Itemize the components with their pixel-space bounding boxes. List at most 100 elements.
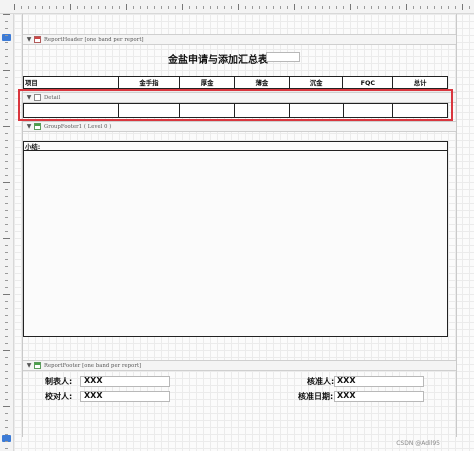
ruler-tick — [112, 6, 113, 9]
column-header-cell[interactable]: 沉金 — [290, 77, 344, 88]
detail-highlight-box — [18, 89, 453, 121]
ruler-tick — [5, 399, 8, 400]
collapse-arrow-icon[interactable]: ▼ — [25, 36, 33, 43]
ruler-tick — [161, 6, 162, 9]
ruler-tick — [5, 392, 8, 393]
ruler-tick — [5, 147, 8, 148]
ruler-tick — [210, 6, 211, 9]
approved-date-value[interactable]: XXX — [337, 391, 356, 400]
watermark: CSDN @Adil95 — [396, 440, 440, 447]
group-footer-panel[interactable]: 小结: — [23, 141, 448, 337]
checked-by-value[interactable]: XXX — [84, 391, 103, 400]
group-footer-band[interactable]: ▼ GroupFooter1 ( Level 0 ) — [23, 121, 456, 132]
ruler-tick — [154, 6, 155, 9]
ruler-tick — [5, 364, 8, 365]
ruler-tick — [3, 294, 10, 295]
ruler-tick — [91, 6, 92, 9]
ruler-tick — [350, 4, 351, 10]
ruler-tick — [294, 4, 295, 10]
ruler-tick — [5, 266, 8, 267]
ruler-tick — [245, 6, 246, 9]
ruler-tick — [5, 203, 8, 204]
prepared-by-value[interactable]: XXX — [84, 376, 103, 385]
ruler-tick — [84, 6, 85, 9]
ruler-tick — [5, 385, 8, 386]
column-header-row[interactable]: 项目 金手指 厚金 薄金 沉金 FQC 总计 — [23, 76, 448, 89]
ruler-tick — [5, 35, 8, 36]
ruler-tick — [336, 6, 337, 9]
ruler-tick — [5, 56, 8, 57]
column-header-cell[interactable]: 金手指 — [119, 77, 181, 88]
ruler-tick — [5, 217, 8, 218]
ruler-tick — [315, 6, 316, 9]
ruler-tick — [196, 6, 197, 9]
report-footer-band-icon — [34, 362, 41, 369]
ruler-tick — [378, 6, 379, 9]
approved-date-label[interactable]: 核准日期: — [298, 391, 333, 402]
ruler-tick — [5, 371, 8, 372]
ruler-tick — [5, 280, 8, 281]
ruler-tick — [301, 6, 302, 9]
ruler-tick — [5, 378, 8, 379]
ruler-tick — [35, 6, 36, 9]
column-header-cell[interactable]: 总计 — [393, 77, 447, 88]
ruler-tick — [5, 441, 8, 442]
checked-by-label[interactable]: 校对人: — [45, 391, 72, 402]
ruler-tick — [175, 6, 176, 9]
collapse-arrow-icon[interactable]: ▼ — [25, 362, 33, 369]
ruler-tick — [126, 4, 127, 10]
column-header-cell[interactable]: 项目 — [24, 77, 119, 88]
ruler-tick — [252, 6, 253, 9]
ruler-tick — [392, 6, 393, 9]
ruler-tick — [427, 6, 428, 9]
ruler-tick — [5, 154, 8, 155]
ruler-tick — [5, 357, 8, 358]
report-header-band[interactable]: ▼ ReportHeader [one band per report] — [23, 34, 456, 45]
column-header-cell[interactable]: FQC — [343, 77, 394, 88]
ruler-tick — [182, 4, 183, 10]
ruler-tick — [5, 231, 8, 232]
ruler-tick — [5, 273, 8, 274]
ruler-tick — [5, 196, 8, 197]
page-edge-right — [456, 14, 457, 437]
report-footer-band[interactable]: ▼ ReportFooter [one band per report] — [23, 360, 456, 371]
ruler-tick — [413, 6, 414, 9]
ruler-tick — [5, 259, 8, 260]
ruler-tick — [3, 406, 10, 407]
ruler-tick — [21, 6, 22, 9]
ruler-tick — [5, 63, 8, 64]
prepared-by-label[interactable]: 制表人: — [45, 376, 72, 387]
column-header-cell[interactable]: 厚金 — [180, 77, 235, 88]
ruler-tick — [462, 4, 463, 10]
ruler-tick — [5, 315, 8, 316]
report-title[interactable]: 金盐申请与添加汇总表 — [158, 51, 278, 66]
approved-by-label[interactable]: 核准人: — [307, 376, 334, 387]
ruler-tick — [14, 4, 15, 10]
ruler-tick — [189, 6, 190, 9]
ruler-tick — [70, 4, 71, 10]
title-extra-label[interactable] — [266, 52, 300, 62]
column-header-cell[interactable]: 薄金 — [235, 77, 290, 88]
ruler-tick — [5, 413, 8, 414]
ruler-tick — [357, 6, 358, 9]
ruler-tick — [3, 238, 10, 239]
ruler-tick — [5, 105, 8, 106]
ruler-tick — [5, 448, 8, 449]
ruler-tick — [5, 49, 8, 50]
ruler-tick — [105, 6, 106, 9]
ruler-tick — [56, 6, 57, 9]
report-header-band-label: ReportHeader [one band per report] — [44, 36, 144, 43]
ruler-tick — [5, 322, 8, 323]
collapse-arrow-icon[interactable]: ▼ — [25, 123, 33, 130]
ruler-tick — [280, 6, 281, 9]
ruler-tick — [329, 6, 330, 9]
ruler-tick — [5, 175, 8, 176]
ruler-tick — [455, 6, 456, 9]
ruler-tick — [231, 6, 232, 9]
ruler-tick — [168, 6, 169, 9]
ruler-tick — [469, 6, 470, 9]
ruler-tick — [133, 6, 134, 9]
approved-by-value[interactable]: XXX — [337, 376, 356, 385]
horizontal-ruler — [0, 0, 474, 14]
ruler-tick — [3, 14, 10, 15]
